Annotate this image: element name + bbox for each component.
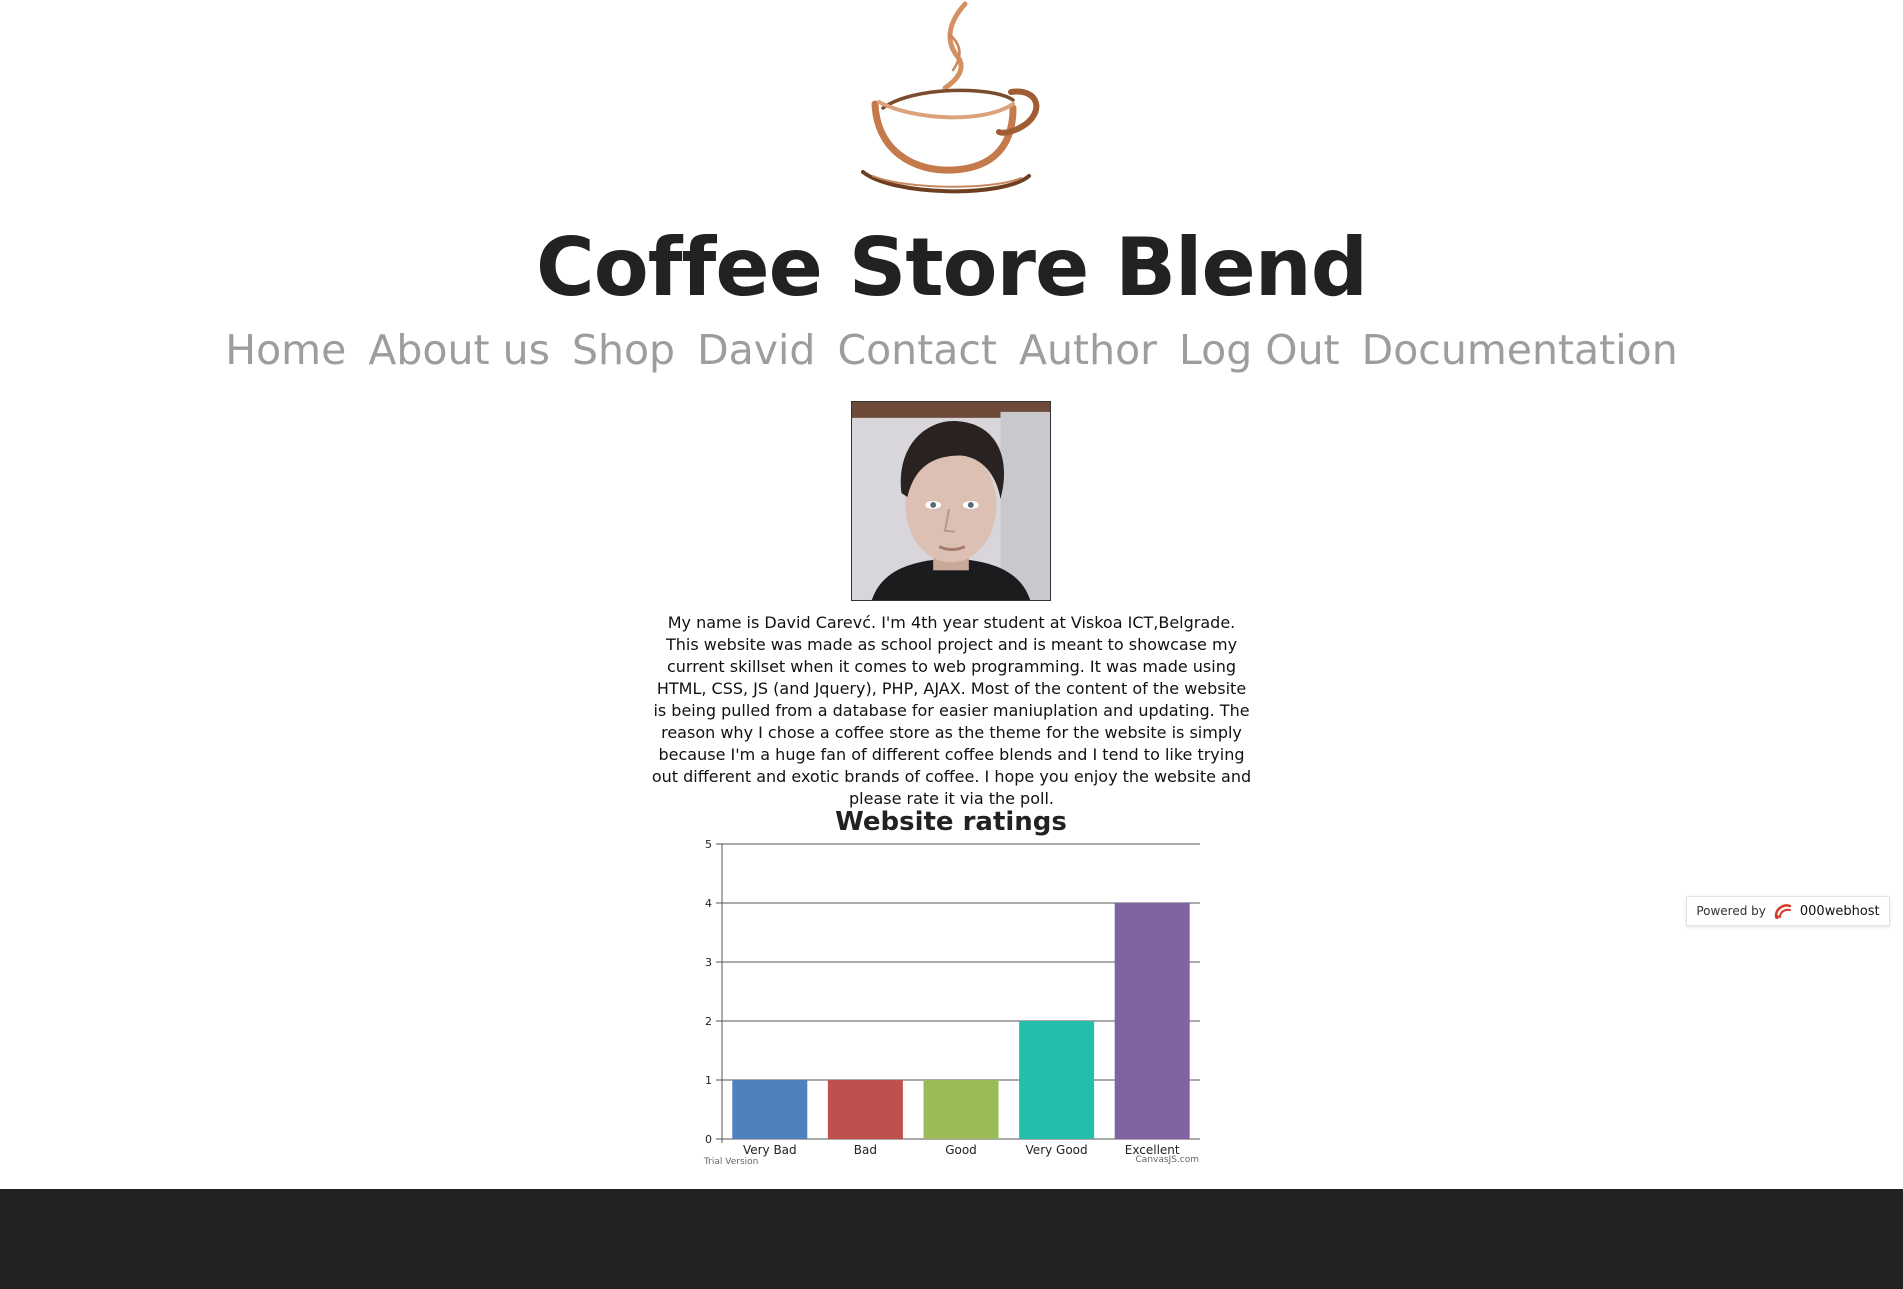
nav-item-contact[interactable]: Contact — [837, 320, 997, 380]
coffee-cup-logo — [861, 1, 1040, 194]
chart-watermark-canvasjs[interactable]: CanvasJS.com — [1136, 1155, 1199, 1165]
chart-y-tick-label: 3 — [705, 956, 712, 969]
main-nav: Home About us Shop David Contact Author … — [0, 320, 1903, 380]
chart-bar[interactable] — [1114, 903, 1190, 1139]
chart-y-tick-label: 1 — [705, 1074, 712, 1087]
nav-item-documentation[interactable]: Documentation — [1362, 320, 1678, 380]
chart-y-tick-label: 5 — [705, 838, 712, 851]
powered-by-label: Powered by — [1696, 904, 1766, 918]
nav-item-shop[interactable]: Shop — [572, 320, 675, 380]
chart-x-tick-label: Very Bad — [743, 1143, 797, 1157]
site-title: Coffee Store Blend — [536, 221, 1368, 314]
chart-y-tick-label: 4 — [705, 897, 712, 910]
chart-y-tick-label: 0 — [705, 1133, 712, 1146]
nav-item-log-out[interactable]: Log Out — [1179, 320, 1340, 380]
000webhost-brand: 000webhost — [1799, 903, 1880, 919]
author-photo — [851, 401, 1051, 601]
chart-x-tick-label: Good — [945, 1143, 977, 1157]
chart-bar[interactable] — [732, 1080, 808, 1139]
chart-title: Website ratings — [835, 807, 1067, 837]
chart-bar[interactable] — [827, 1080, 903, 1139]
chart-bar[interactable] — [923, 1080, 999, 1139]
chart-x-tick-label: Very Good — [1026, 1143, 1088, 1157]
chart-bar[interactable] — [1019, 1021, 1095, 1139]
chart-x-tick-label: Bad — [854, 1143, 877, 1157]
nav-item-about-us[interactable]: About us — [368, 320, 550, 380]
ratings-chart: Website ratings 0 1 2 3 4 5 Very Bad Bad Good Ve… — [703, 807, 1200, 1167]
powered-by-badge[interactable]: Powered by 000webhost — [1686, 896, 1890, 926]
nav-item-author[interactable]: Author — [1019, 320, 1157, 380]
author-bio: My name is David Carevć. I'm 4th year st… — [651, 613, 1252, 808]
000webhost-logo-icon — [1774, 904, 1792, 919]
page-footer — [0, 1189, 1903, 1289]
chart-y-tick-label: 2 — [705, 1015, 712, 1028]
chart-watermark-trial: Trial Version — [703, 1157, 758, 1167]
nav-item-david[interactable]: David — [697, 320, 815, 380]
steam-icon — [942, 1, 968, 91]
nav-item-home[interactable]: Home — [225, 320, 346, 380]
